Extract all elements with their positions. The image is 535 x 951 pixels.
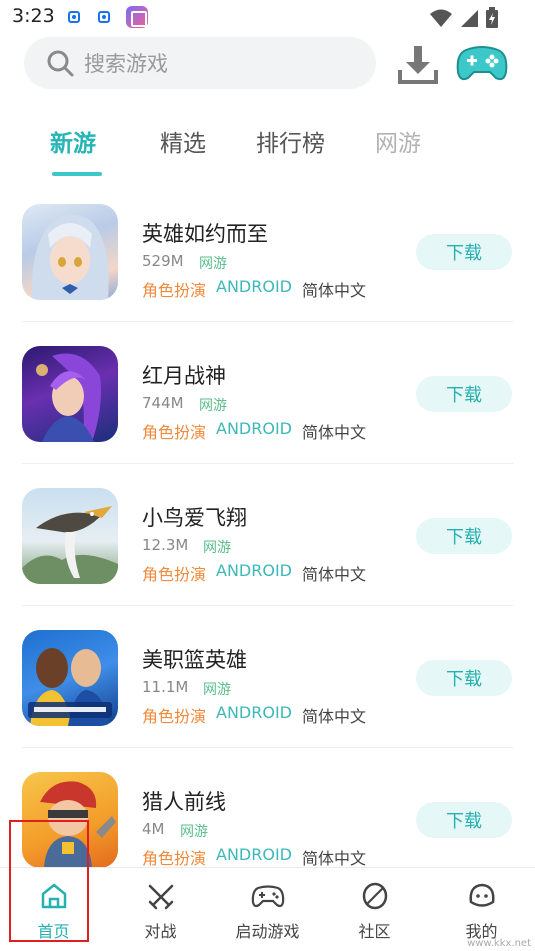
game-type: 网游 [199,256,227,272]
platform-tag: ANDROID [216,845,292,864]
swords-icon [148,884,173,910]
genre-tag: 角色扮演 [142,565,207,584]
game-size: 744M [142,394,184,412]
download-button[interactable]: 下载 [416,234,512,270]
game-type: 网游 [199,398,227,414]
platform-tag: ANDROID [216,561,292,580]
highlight-box [9,820,89,942]
signal-icon [461,10,478,27]
tab-online-games[interactable]: 网游 [375,124,421,158]
category-tabs: 新游 精选 排行榜 网游 [0,110,535,180]
tab-ranking[interactable]: 排行榜 [256,124,325,158]
game-name: 美职篮英雄 [142,648,247,672]
download-button[interactable]: 下载 [416,518,512,554]
tab-featured[interactable]: 精选 [160,124,206,158]
genre-tag: 角色扮演 [142,281,207,300]
tab-new-games[interactable]: 新游 [50,124,96,158]
nav-community[interactable]: 社区 [321,868,428,951]
gamepad-icon [251,885,284,908]
platform-tag: ANDROID [216,277,292,296]
language-tag: 简体中文 [302,849,367,868]
game-size: 529M [142,252,184,270]
game-icon [22,346,118,442]
download-manager-button[interactable] [396,42,440,86]
language-tag: 简体中文 [302,423,367,442]
game-list: 英雄如约而至 529M 网游 角色扮演 ANDROID 简体中文 下载 红月战神… [0,180,535,890]
game-name: 红月战神 [142,364,226,388]
game-tags: 角色扮演 ANDROID 简体中文 [142,845,366,869]
nav-battle[interactable]: 对战 [107,868,214,951]
game-icon [22,204,118,300]
game-tags: 角色扮演 ANDROID 简体中文 [142,277,366,301]
download-button[interactable]: 下载 [416,376,512,412]
platform-tag: ANDROID [216,419,292,438]
notification-icon [98,11,110,23]
game-size: 11.1M [142,678,189,696]
genre-tag: 角色扮演 [142,849,207,868]
notification-icon [68,11,80,23]
gamepad-icon [456,46,508,81]
genre-tag: 角色扮演 [142,423,207,442]
game-tags: 角色扮演 ANDROID 简体中文 [142,419,366,443]
language-tag: 简体中文 [302,281,367,300]
watermark: www.kkx.net [467,938,531,949]
game-tags: 角色扮演 ANDROID 简体中文 [142,561,366,585]
face-icon [468,883,495,907]
status-bar: 3:23 [0,0,535,36]
game-tags: 角色扮演 ANDROID 简体中文 [142,703,366,727]
game-name: 英雄如约而至 [142,222,268,246]
nav-launch-game[interactable]: 启动游戏 [214,868,321,951]
nav-label: 启动游戏 [235,922,300,941]
genre-tag: 角色扮演 [142,707,207,726]
wifi-icon [430,9,452,27]
list-item[interactable]: 小鸟爱飞翔 12.3M 网游 角色扮演 ANDROID 简体中文 下载 [0,464,535,606]
language-tag: 简体中文 [302,707,367,726]
search-icon [40,43,80,83]
game-size: 4M [142,820,165,838]
game-size: 12.3M [142,536,189,554]
download-button[interactable]: 下载 [416,660,512,696]
game-icon [22,630,118,726]
nav-label: 社区 [358,922,391,941]
game-name: 猎人前线 [142,790,226,814]
search-placeholder: 搜索游戏 [84,52,168,76]
download-icon [398,46,438,84]
tab-indicator [52,172,102,176]
game-icon [22,488,118,584]
list-item[interactable]: 美职篮英雄 11.1M 网游 角色扮演 ANDROID 简体中文 下载 [0,606,535,748]
language-tag: 简体中文 [302,565,367,584]
leaf-icon [362,882,387,910]
nav-label: 对战 [144,922,177,941]
app-notification-icon [126,6,148,28]
game-type: 网游 [203,682,231,698]
list-item[interactable]: 英雄如约而至 529M 网游 角色扮演 ANDROID 简体中文 下载 [0,180,535,322]
game-name: 小鸟爱飞翔 [142,506,247,530]
game-type: 网游 [203,540,231,556]
platform-tag: ANDROID [216,703,292,722]
search-bar[interactable]: 搜索游戏 [24,37,376,89]
game-type: 网游 [180,824,208,840]
status-time: 3:23 [12,5,55,27]
battery-icon [486,7,498,28]
download-button[interactable]: 下载 [416,802,512,838]
list-item[interactable]: 红月战神 744M 网游 角色扮演 ANDROID 简体中文 下载 [0,322,535,464]
status-icons [429,6,499,30]
game-center-button[interactable] [456,42,508,86]
